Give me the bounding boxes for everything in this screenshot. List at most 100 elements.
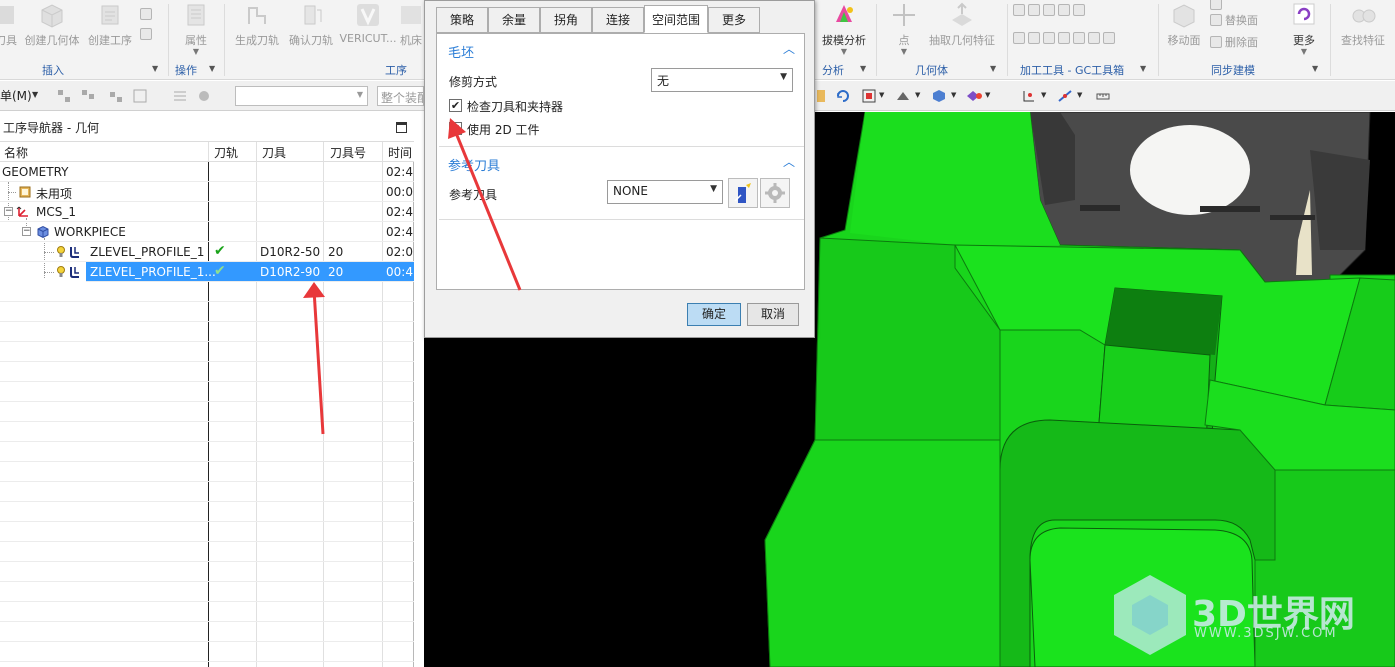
maximize-icon[interactable] [396,122,407,133]
sync-mini-top[interactable] [1210,0,1222,12]
extract-geometry-icon [952,2,972,26]
tab-stock[interactable]: 余量 [488,7,540,33]
csys-icon[interactable] [1021,88,1037,104]
extract-geometry-button[interactable]: 抽取几何特征 [926,0,998,58]
ribbon-mini-2[interactable] [140,26,152,42]
table-row-operation-selected[interactable]: ZLEVEL_PROFILE_1... ✔ D10R2-90 20 00:4 [86,262,414,282]
verify-toolpath-button[interactable]: 确认刀轨 [285,0,337,58]
collapse-icon[interactable]: − [4,207,13,216]
nav-view-6-icon[interactable] [196,88,212,104]
group-gc-dropdown-icon[interactable]: ▼ [1140,64,1146,73]
ok-button[interactable]: 确定 [687,303,741,326]
geometry-cube-icon [41,4,63,28]
tab-spatial-range[interactable]: 空间范围 [644,5,708,33]
selection-filter-combo[interactable]: ▼ [235,86,368,106]
tab-corner[interactable]: 拐角 [540,7,592,33]
draft-analysis-button[interactable]: 拔模分析 ▼ [818,0,870,58]
point-button[interactable]: 点 ▼ [884,0,924,58]
csys-dropdown-icon[interactable]: ▼ [1041,91,1046,99]
collapse-icon[interactable]: − [22,227,31,236]
edge-dropdown-icon[interactable]: ▼ [985,91,990,99]
rotate-icon[interactable] [835,88,851,104]
table-row-workpiece[interactable]: − WORKPIECE 02:4 [0,222,414,242]
draft-analysis-dropdown-icon[interactable]: ▼ [841,48,847,56]
move-face-button[interactable]: 移动面 [1162,0,1206,58]
row-name: WORKPIECE [54,225,126,239]
nav-view-1-icon[interactable] [56,88,72,104]
column-toolpath[interactable]: 刀轨 [214,144,238,161]
chevron-up-icon[interactable]: ︿ [783,40,795,57]
ruler-icon[interactable] [1095,88,1111,104]
point-dropdown-icon[interactable]: ▼ [901,48,907,56]
edit-tool-button[interactable] [760,178,790,208]
more-dropdown-icon[interactable]: ▼ [1301,48,1307,56]
find-feature-button[interactable]: 查找特征 [1336,0,1390,58]
column-tool-number[interactable]: 刀具号 [330,144,366,161]
empty-table-row [0,662,414,667]
gc-tool-1[interactable] [1013,2,1085,18]
cancel-button[interactable]: 取消 [747,303,799,326]
row-name: GEOMETRY [2,165,69,179]
empty-table-row [0,342,414,362]
properties-button[interactable]: 属性 ▼ [176,0,216,58]
column-tool[interactable]: 刀具 [262,144,286,161]
machine-button[interactable]: 机床 [398,0,424,58]
group-sync-dropdown-icon[interactable]: ▼ [1312,64,1318,73]
view-icon-0[interactable] [815,88,827,104]
create-operation-button[interactable]: 创建工序 [86,0,134,58]
nav-view-5-icon[interactable] [172,88,188,104]
render-style-icon[interactable] [895,88,911,104]
render-dropdown-icon[interactable]: ▼ [915,91,920,99]
measure-icon[interactable] [1057,88,1073,104]
menu-button[interactable]: 单(M) [0,87,32,104]
use-2d-workpiece-checkbox[interactable]: ✔ [449,122,462,135]
empty-table-row [0,642,414,662]
assembly-filter-input[interactable]: 整个装配 [377,86,424,106]
group-geometry-dropdown-icon[interactable]: ▼ [990,64,996,73]
group-insert-dropdown-icon[interactable]: ▼ [152,64,158,73]
properties-dropdown-icon[interactable]: ▼ [193,48,199,56]
ribbon-tool-button[interactable]: 刀具 [0,0,18,58]
workpiece-cube-icon [37,225,49,239]
chevron-up-icon[interactable]: ︿ [783,153,795,170]
menu-dropdown-icon[interactable]: ▼ [32,90,38,99]
column-time[interactable]: 时间 [388,144,412,161]
measure-dropdown-icon[interactable]: ▼ [1077,91,1082,99]
spatial-range-panel: 毛坯 ︿ 修剪方式 无 ▼ ✔ 检查刀具和夹持器 ✔ 使用 2D 工件 参考刀具… [436,33,805,290]
tab-more[interactable]: 更多 [708,7,760,33]
table-row-mcs[interactable]: − MCS_1 02:4 [0,202,414,222]
shaded-cube-icon[interactable] [931,88,947,104]
replace-face-button[interactable]: 替换面 [1210,12,1258,28]
tab-strategy[interactable]: 策略 [436,7,488,33]
table-row-geometry[interactable]: GEOMETRY 02:4 [0,162,414,182]
section-ref-tool-title[interactable]: 参考刀具 [448,155,500,174]
operation-navigator: 工序导航器 - 几何 名称 刀轨 刀具 刀具号 时间 GEOMETRY 02:4… [0,112,414,667]
delete-face-button[interactable]: 删除面 [1210,34,1258,50]
table-row-unused[interactable]: 未用项 00:0 [0,182,414,202]
column-name[interactable]: 名称 [4,144,28,161]
group-operation-dropdown-icon[interactable]: ▼ [209,64,215,73]
new-tool-button[interactable] [728,178,758,208]
nav-view-2-icon[interactable] [80,88,96,104]
fit-view-icon[interactable] [861,88,877,104]
tab-connect[interactable]: 连接 [592,7,644,33]
shaded-dropdown-icon[interactable]: ▼ [951,91,956,99]
gc-tool-2[interactable] [1013,30,1115,46]
ribbon-mini-1[interactable] [140,6,152,22]
check-tool-holder-checkbox[interactable]: ✔ [449,99,462,112]
create-geometry-button[interactable]: 创建几何体 [24,0,80,58]
ref-tool-select[interactable]: NONE ▼ [607,180,723,204]
empty-table-row [0,482,414,502]
more-button[interactable]: 更多 ▼ [1286,0,1322,58]
edge-display-icon[interactable] [965,88,983,104]
generate-toolpath-button[interactable]: 生成刀轨 [231,0,283,58]
group-analysis-dropdown-icon[interactable]: ▼ [860,64,866,73]
nav-view-4-icon[interactable] [132,88,148,104]
nav-view-3-icon[interactable] [108,88,124,104]
row-tool-number: 20 [328,245,344,259]
fit-dropdown-icon[interactable]: ▼ [879,91,884,99]
table-row-operation[interactable]: ZLEVEL_PROFILE_1 ✔ D10R2-50 20 02:0 [0,242,414,262]
trim-method-select[interactable]: 无 ▼ [651,68,793,92]
vericut-button[interactable]: VERICUT... [339,0,397,58]
section-blank-title[interactable]: 毛坯 [448,42,474,61]
